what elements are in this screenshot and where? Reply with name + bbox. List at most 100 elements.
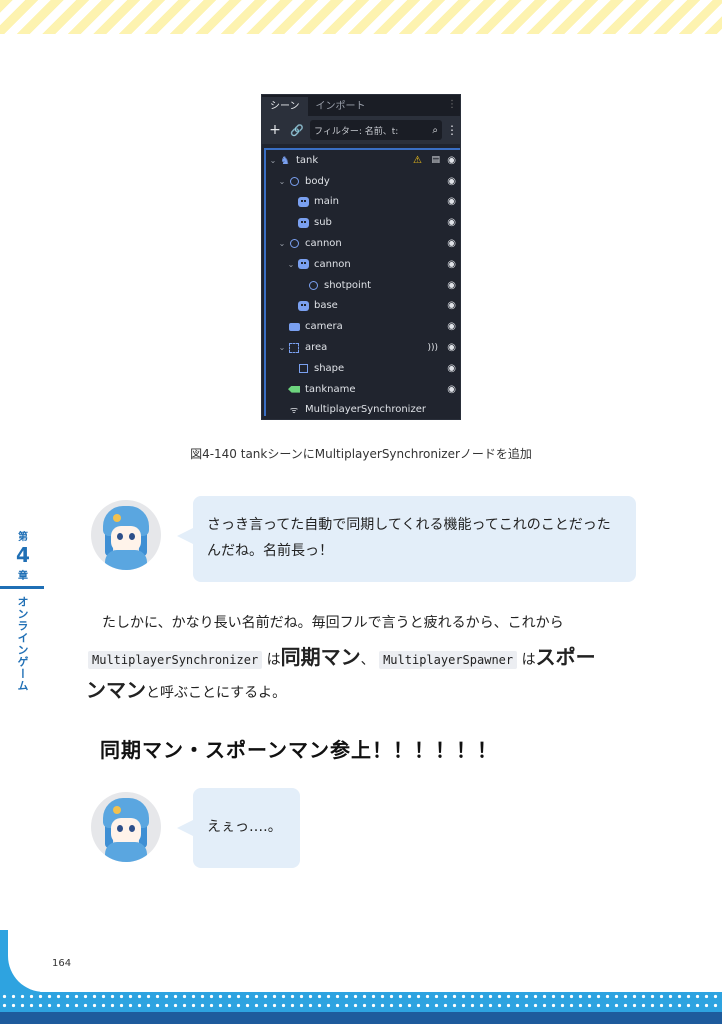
visibility-eye-icon[interactable]: ◉ xyxy=(447,384,456,395)
mesh-sprite-icon xyxy=(296,258,310,270)
tree-row-body[interactable]: ⌄ body ◉ xyxy=(266,171,460,192)
term-highlight: ンマン xyxy=(86,678,146,702)
chevron-down-icon[interactable]: ⌄ xyxy=(277,343,287,352)
chapter-title: オンラインゲーム xyxy=(16,596,29,692)
chapter-kanji-bottom: 章 xyxy=(18,571,28,582)
inline-code: MultiplayerSynchronizer xyxy=(88,651,263,669)
avatar-eye-right xyxy=(129,533,135,540)
signal-icon[interactable]: ))) xyxy=(427,343,438,353)
tree-row-sub[interactable]: sub ◉ xyxy=(266,212,460,233)
panel-tabs: シーン インポート ⋮ xyxy=(262,95,460,116)
shape-icon xyxy=(296,362,310,374)
tree-row-shotpoint[interactable]: shotpoint ◉ xyxy=(266,275,460,296)
speech-bubble: えぇっ‥‥。 xyxy=(177,788,300,868)
area-icon xyxy=(287,342,301,354)
node3d-ring-icon xyxy=(306,279,320,291)
node3d-ring-icon xyxy=(287,175,301,187)
chevron-down-icon[interactable]: ⌄ xyxy=(277,239,287,248)
tab-scene[interactable]: シーン xyxy=(262,97,308,116)
tree-row-tank[interactable]: ⌄ ♞ tank ⚠ ▤ ◉ xyxy=(266,150,460,171)
speech-bubble: さっき言ってた自動で同期してくれる機能ってこれのことだった んだね。名前長っ！ xyxy=(177,496,636,582)
multiplayer-sync-icon: ᯤ xyxy=(289,406,299,417)
visibility-eye-icon[interactable]: ◉ xyxy=(447,321,456,332)
scene-toolbar: + 🔗 フィルター: 名前、t: ⌕ ⋮ xyxy=(262,116,460,144)
emphasis-heading: 同期マン・スポーンマン参上！！！！！！ xyxy=(100,738,498,762)
chapter-divider xyxy=(0,586,44,589)
visibility-eye-icon[interactable]: ◉ xyxy=(447,196,456,207)
chapter-number: 4 xyxy=(16,543,30,567)
top-stripe-band xyxy=(0,0,722,34)
avatar-face xyxy=(111,818,141,844)
character-avatar xyxy=(91,500,161,570)
node-label: main xyxy=(314,196,339,208)
scene-tree-panel: シーン インポート ⋮ + 🔗 フィルター: 名前、t: ⌕ ⋮ ⌄ ♞ tan… xyxy=(261,94,461,420)
tab-import[interactable]: インポート xyxy=(308,97,374,116)
visibility-eye-icon[interactable]: ◉ xyxy=(447,363,456,374)
visibility-eye-icon[interactable]: ◉ xyxy=(447,342,456,353)
filter-input[interactable]: フィルター: 名前、t: ⌕ xyxy=(310,120,442,140)
visibility-eye-icon[interactable]: ◉ xyxy=(447,300,456,311)
script-icon[interactable]: ▤ xyxy=(431,155,440,165)
avatar-face xyxy=(111,526,141,552)
speech-line-2: んだね。名前長っ！ xyxy=(207,543,333,559)
node-tree: ⌄ ♞ tank ⚠ ▤ ◉ ⌄ body ◉ main ◉ sub ◉ ⌄ c… xyxy=(264,148,460,416)
speech-line-1: えぇっ‥‥。 xyxy=(207,819,282,835)
avatar-bell xyxy=(113,806,121,814)
node-label: shotpoint xyxy=(324,279,372,291)
tree-row-base[interactable]: base ◉ xyxy=(266,296,460,317)
chevron-down-icon[interactable]: ⌄ xyxy=(268,156,278,165)
node-label: sub xyxy=(314,217,332,229)
label-tag-icon xyxy=(287,383,301,395)
camera-icon xyxy=(287,321,301,333)
chapter-kanji-top: 第 xyxy=(18,532,28,543)
avatar-bell xyxy=(113,514,121,522)
tree-row-cannon-mesh[interactable]: ⌄ cannon ◉ xyxy=(266,254,460,275)
page-number: 164 xyxy=(52,958,72,969)
node-label: camera xyxy=(305,321,343,333)
term-highlight: スポー xyxy=(535,645,596,669)
bottom-dark-band xyxy=(0,1012,722,1024)
visibility-eye-icon[interactable]: ◉ xyxy=(447,155,456,166)
mesh-sprite-icon xyxy=(296,300,310,312)
filter-placeholder: フィルター: 名前、t: xyxy=(314,126,399,137)
mesh-sprite-icon xyxy=(296,217,310,229)
paragraph-line-2: MultiplayerSynchronizer は同期マン、 Multiplay… xyxy=(88,642,648,675)
speech-line-1: さっき言ってた自動で同期してくれる機能ってこれのことだった xyxy=(207,517,611,533)
node-label: tankname xyxy=(305,383,356,395)
chevron-down-icon[interactable]: ⌄ xyxy=(277,177,287,186)
paragraph-line-3: ンマンと呼ぶことにするよ。 xyxy=(86,678,287,702)
term-highlight: 同期マン xyxy=(280,645,361,669)
tree-row-cannon[interactable]: ⌄ cannon ◉ xyxy=(266,233,460,254)
avatar-body xyxy=(105,550,147,570)
avatar-eye-right xyxy=(129,825,135,832)
figure-caption: 図4-140 tankシーンにMultiplayerSynchronizerノー… xyxy=(190,447,532,461)
more-options-icon[interactable]: ⋮ xyxy=(446,123,458,137)
search-icon: ⌕ xyxy=(432,124,438,136)
add-node-button[interactable]: + xyxy=(266,122,284,138)
visibility-eye-icon[interactable]: ◉ xyxy=(447,280,456,291)
tree-row-camera[interactable]: camera ◉ xyxy=(266,316,460,337)
visibility-eye-icon[interactable]: ◉ xyxy=(447,238,456,249)
node3d-ring-icon xyxy=(287,238,301,250)
mesh-sprite-icon xyxy=(296,196,310,208)
link-icon[interactable]: 🔗 xyxy=(288,124,306,137)
node-label: MultiplayerSynchronizer xyxy=(305,404,426,416)
avatar-eye-left xyxy=(117,825,123,832)
visibility-eye-icon[interactable]: ◉ xyxy=(447,259,456,270)
chapter-tab: 第 4 章 xyxy=(8,528,38,582)
avatar-body xyxy=(105,842,147,862)
node-label: cannon xyxy=(305,238,342,250)
tree-row-main[interactable]: main ◉ xyxy=(266,192,460,213)
visibility-eye-icon[interactable]: ◉ xyxy=(447,176,456,187)
avatar-eye-left xyxy=(117,533,123,540)
tree-row-tankname[interactable]: tankname ◉ xyxy=(266,379,460,400)
paragraph-line-1: たしかに、かなり長い名前だね。毎回フルで言うと疲れるから、これから xyxy=(102,615,564,631)
tree-row-multiplayer-synchronizer[interactable]: ᯤ MultiplayerSynchronizer xyxy=(266,400,460,419)
visibility-eye-icon[interactable]: ◉ xyxy=(447,217,456,228)
tree-row-shape[interactable]: shape ◉ xyxy=(266,358,460,379)
tank-node-icon: ♞ xyxy=(280,153,290,167)
chevron-down-icon[interactable]: ⌄ xyxy=(286,260,296,269)
tabs-menu-icon[interactable]: ⋮ xyxy=(447,99,457,110)
warning-icon[interactable]: ⚠ xyxy=(413,155,422,166)
tree-row-area[interactable]: ⌄ area ))) ◉ xyxy=(266,337,460,358)
